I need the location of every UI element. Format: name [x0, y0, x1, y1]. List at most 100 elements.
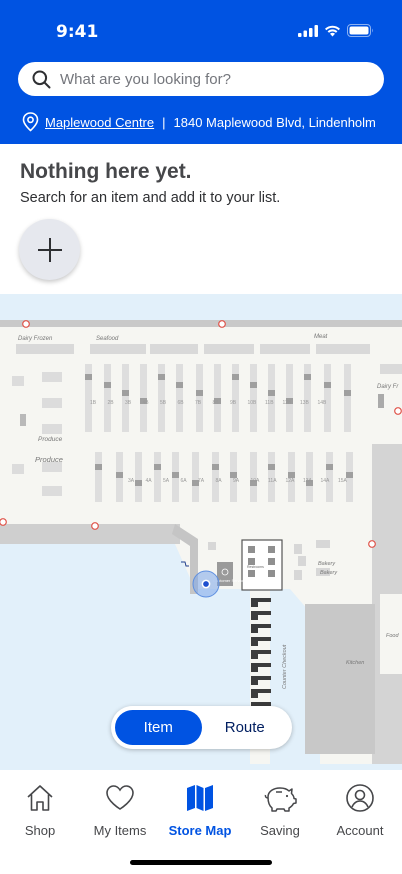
aisle-number-label: 9A — [233, 478, 240, 484]
produce-table — [12, 464, 24, 474]
label-bakery: Bakery — [320, 570, 338, 576]
aisle-number-label: 12B — [283, 400, 293, 406]
store-floorplan[interactable]: 1B 2B 3B 4B 5B 6B 7B 8B 9B 10B 11B 12B 13B 14B 3A 4A 5A 6… — [0, 294, 402, 770]
account-icon — [346, 784, 374, 812]
service-desk — [268, 570, 275, 577]
bakery-shelf — [316, 540, 330, 548]
aisle-shelf — [250, 364, 257, 432]
aisle-number-label: 11A — [268, 478, 277, 484]
aisle-shelf-highlight — [304, 374, 311, 380]
aisle-number-label: 3A — [128, 478, 135, 484]
nav-store-map[interactable]: Store Map — [160, 782, 240, 838]
aisle-shelf-highlight — [232, 374, 239, 380]
nav-shop[interactable]: Shop — [0, 782, 80, 838]
produce-table — [20, 414, 26, 426]
map-view-toggle[interactable]: Item Route — [111, 706, 292, 749]
checkout-register — [251, 693, 258, 698]
aisle-shelf-highlight — [85, 374, 92, 380]
empty-state-title: Nothing here yet. — [20, 160, 192, 183]
label-produce-2: Produce — [35, 455, 63, 464]
aisle-shelf-highlight — [212, 464, 219, 470]
nav-my-items-label: My Items — [93, 823, 147, 838]
aisle-shelf — [212, 452, 219, 502]
aisle-shelf — [268, 364, 275, 432]
aisle-number-label: 1B — [90, 400, 97, 406]
aisle-shelf-highlight — [122, 390, 129, 396]
aisle-shelf — [250, 452, 257, 502]
counter-c — [260, 344, 310, 354]
aisle-number-label: 13A — [303, 478, 313, 484]
checkout-lane — [251, 598, 271, 602]
counter-a — [150, 344, 198, 354]
checkout-lane — [251, 637, 271, 641]
label-counter-checkout: Counter Checkout — [282, 644, 288, 689]
aisle-shelf-highlight — [172, 472, 179, 478]
aisle-shelf-highlight — [95, 464, 102, 470]
aisle-shelf — [154, 452, 161, 502]
search-input[interactable] — [60, 70, 360, 88]
nav-my-items[interactable]: My Items — [80, 782, 160, 838]
aisle-number-label: 14A — [321, 478, 331, 484]
label-food: Food — [386, 633, 399, 639]
aisle-number-label: 3B — [125, 400, 132, 406]
bakery-shelf — [298, 556, 306, 566]
aisle-number-label: 8A — [216, 478, 223, 484]
header: 9:41 Maplewood Centre — [0, 0, 402, 144]
aisle-shelf — [306, 452, 313, 502]
nav-account[interactable]: Account — [320, 782, 400, 838]
store-map[interactable]: 1B 2B 3B 4B 5B 6B 7B 8B 9B 10B 11B 12B 13B 14B 3A 4A 5A 6… — [0, 294, 402, 770]
map-pin-icon[interactable] — [0, 518, 7, 526]
aisle-number-label: 10A — [251, 478, 261, 484]
route-view-button[interactable]: Route — [202, 710, 289, 745]
battery-icon — [347, 24, 373, 37]
aisle-number-label: 5B — [160, 400, 167, 406]
aisle-shelf — [268, 452, 275, 502]
checkout-lane — [251, 611, 271, 615]
aisle-shelf — [122, 364, 129, 432]
map-pin-icon[interactable] — [368, 540, 376, 548]
aisle-shelf — [104, 364, 111, 432]
label-dairy-right: Dairy Fr — [377, 384, 399, 390]
wifi-icon — [325, 25, 340, 36]
map-pin-icon[interactable] — [22, 320, 30, 328]
aisle-shelf-highlight — [154, 464, 161, 470]
list-empty-state: Nothing here yet. Search for an item and… — [0, 144, 402, 294]
label-seafood: Seafood — [96, 336, 119, 342]
counter-seafood — [90, 344, 146, 354]
nav-saving[interactable]: Saving — [240, 782, 320, 838]
current-location-dot — [201, 579, 211, 589]
aisle-shelf-highlight — [344, 390, 351, 396]
search-bar[interactable] — [18, 62, 384, 96]
kitchen-block — [305, 604, 375, 754]
aisle-shelf — [176, 364, 183, 432]
checkout-lane — [251, 663, 271, 667]
map-pin-icon[interactable] — [218, 320, 226, 328]
aisle-shelf — [326, 452, 333, 502]
south-wall — [0, 524, 180, 544]
aisle-shelf-highlight — [250, 382, 257, 388]
aisle-shelf-highlight — [135, 480, 142, 486]
add-item-button[interactable] — [19, 219, 80, 280]
aisle-shelf-highlight — [116, 472, 123, 478]
aisle-shelf — [192, 452, 199, 502]
nav-shop-label: Shop — [24, 823, 56, 838]
checkout-register — [251, 641, 258, 646]
shelf — [208, 542, 216, 550]
map-pin-icon[interactable] — [91, 522, 99, 530]
aisle-shelf-highlight — [196, 390, 203, 396]
map-pin-icon[interactable] — [394, 407, 402, 415]
aisle-shelf-highlight — [158, 374, 165, 380]
label-produce-1: Produce — [38, 436, 63, 443]
aisle-number-label: 14B — [318, 400, 328, 406]
location-pin-icon — [22, 112, 39, 132]
store-name-link[interactable]: Maplewood Centre — [45, 115, 154, 130]
aisle-number-label: 10B — [248, 400, 258, 406]
aisle-shelf — [135, 452, 142, 502]
status-icons — [298, 24, 374, 37]
aisle-shelf — [324, 364, 331, 432]
aisle-number-label: 12A — [286, 478, 296, 484]
service-desk — [248, 570, 255, 577]
checkout-register — [251, 680, 258, 685]
item-view-button[interactable]: Item — [115, 710, 202, 745]
service-desk — [248, 558, 255, 565]
